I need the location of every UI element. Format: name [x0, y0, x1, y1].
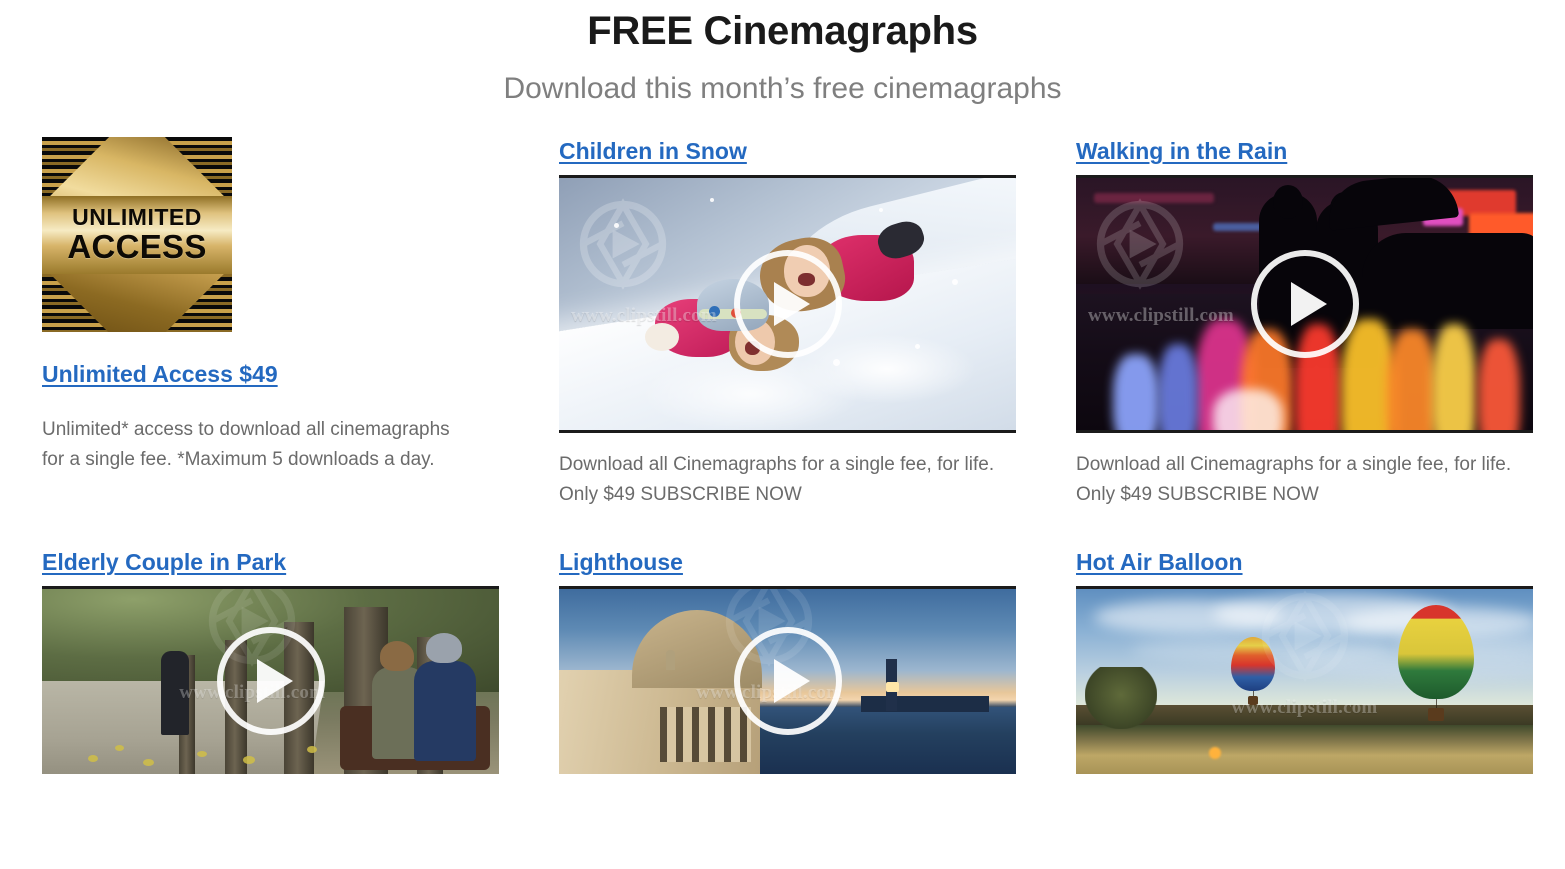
play-button[interactable]: [216, 627, 325, 736]
scene-hot-air-balloons: [1076, 588, 1533, 774]
page-title: FREE Cinemagraphs: [587, 9, 978, 53]
card-title-link-lighthouse[interactable]: Lighthouse: [559, 548, 683, 577]
play-button[interactable]: [733, 249, 842, 358]
card-title-link-walking-in-the-rain[interactable]: Walking in the Rain: [1076, 137, 1287, 166]
video-thumbnail-lighthouse[interactable]: www.clipstill.com: [559, 585, 1016, 774]
card-elderly-couple-in-park: Elderly Couple in Park www.clipstill.com: [42, 548, 499, 774]
video-thumbnail-walking-in-the-rain[interactable]: www.clipstill.com: [1076, 174, 1533, 433]
promo-title-link[interactable]: Unlimited Access $49: [42, 360, 278, 389]
video-thumbnail-hot-air-balloon[interactable]: www.clipstill.com: [1076, 585, 1533, 774]
card-lighthouse: Lighthouse www.clipstill.com: [559, 548, 1016, 774]
card-children-in-snow: Children in Snow www.clipstill.com Downl…: [559, 137, 1016, 510]
card-hot-air-balloon: Hot Air Balloon www.clipstill.com: [1076, 548, 1533, 774]
badge-text: UNLIMITED ACCESS: [42, 203, 232, 265]
card-walking-in-the-rain: Walking in the Rain www.clipstill.com Do…: [1076, 137, 1533, 510]
card-description-children-in-snow: Download all Cinemagraphs for a single f…: [559, 453, 995, 505]
play-button[interactable]: [733, 627, 842, 736]
card-title-link-elderly-couple-in-park[interactable]: Elderly Couple in Park: [42, 548, 286, 577]
cinemagraph-grid: UNLIMITED ACCESS Unlimited Access $49 Un…: [0, 137, 1565, 774]
promo-description: Unlimited* access to download all cinema…: [42, 418, 450, 470]
balloon-small: [1231, 636, 1276, 705]
badge-line-2: ACCESS: [67, 227, 207, 265]
page-subtitle: Download this month’s free cinemagraphs: [503, 72, 1062, 105]
video-thumbnail-children-in-snow[interactable]: www.clipstill.com: [559, 174, 1016, 433]
grid-row-2: Elderly Couple in Park www.clipstill.com…: [42, 548, 1533, 774]
play-button[interactable]: [1250, 249, 1359, 358]
balloon-large: [1397, 605, 1474, 722]
page-header: FREE Cinemagraphs Download this month’s …: [0, 0, 1565, 110]
video-thumbnail-elderly-couple-in-park[interactable]: www.clipstill.com: [42, 585, 499, 774]
grid-row-1: UNLIMITED ACCESS Unlimited Access $49 Un…: [42, 137, 1533, 510]
card-description-walking-in-the-rain: Download all Cinemagraphs for a single f…: [1076, 453, 1512, 505]
card-title-link-hot-air-balloon[interactable]: Hot Air Balloon: [1076, 548, 1243, 577]
promo-cell: UNLIMITED ACCESS Unlimited Access $49 Un…: [42, 137, 499, 475]
card-title-link-children-in-snow[interactable]: Children in Snow: [559, 137, 747, 166]
badge-line-1: UNLIMITED: [72, 203, 202, 230]
unlimited-access-badge-icon[interactable]: UNLIMITED ACCESS: [42, 137, 232, 332]
